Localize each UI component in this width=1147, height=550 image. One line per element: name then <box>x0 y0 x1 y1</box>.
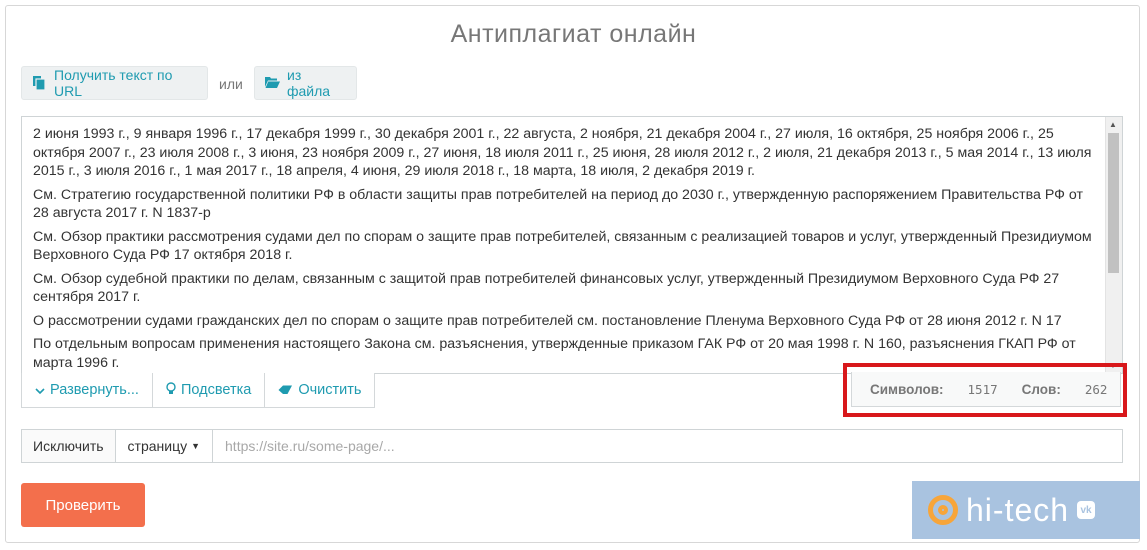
from-file-button[interactable]: из файла <box>254 66 357 100</box>
chars-label: Символов: <box>870 381 944 397</box>
chevron-down-icon <box>35 383 45 398</box>
text-paragraph: По отдельным вопросам применения настоящ… <box>33 336 1076 371</box>
text-paragraph: См. Обзор судебной практики по делам, св… <box>33 270 1060 306</box>
get-text-by-url-label: Получить текст по URL <box>54 67 173 99</box>
copy-icon <box>32 76 46 91</box>
hi-tech-watermark: hi-tech vk <box>912 481 1140 539</box>
at-sign-logo-icon <box>928 495 958 525</box>
caret-down-icon: ▼ <box>191 441 201 451</box>
or-separator: или <box>219 76 243 92</box>
clear-button[interactable]: Очистить <box>264 373 376 408</box>
words-label: Слов: <box>1021 381 1061 397</box>
expand-label: Развернуть... <box>50 382 139 398</box>
expand-button[interactable]: Развернуть... <box>21 373 153 408</box>
text-paragraph: См. Обзор практики рассмотрения судами д… <box>33 228 1092 264</box>
page-title: Антиплагиат онлайн <box>450 20 697 48</box>
clear-label: Очистить <box>298 382 362 398</box>
highlight-label: Подсветка <box>180 382 252 398</box>
text-input-area[interactable]: 2 июня 1993 г., 9 января 1996 г., 17 дек… <box>21 116 1123 374</box>
scroll-down-arrow-icon[interactable]: ▼ <box>1109 361 1117 370</box>
vk-icon: vk <box>1077 501 1096 519</box>
exclude-type-value: страницу <box>127 438 188 454</box>
text-content[interactable]: 2 июня 1993 г., 9 января 1996 г., 17 дек… <box>33 125 1097 373</box>
text-paragraph: См. Стратегию государственной политики Р… <box>33 186 1083 222</box>
exclude-type-dropdown[interactable]: страницу ▼ <box>116 430 214 462</box>
scroll-thumb[interactable] <box>1108 133 1119 273</box>
scroll-up-arrow-icon[interactable]: ▲ <box>1109 120 1117 129</box>
exclude-row: Исключить страницу ▼ <box>21 429 1123 463</box>
get-text-by-url-button[interactable]: Получить текст по URL <box>21 66 208 100</box>
text-counter: Символов: 1517 Слов: 262 <box>851 372 1121 407</box>
eraser-icon <box>278 383 293 398</box>
lightbulb-icon <box>166 381 176 399</box>
exclude-url-input[interactable] <box>213 430 1122 462</box>
text-paragraph: 2 июня 1993 г., 9 января 1996 г., 17 дек… <box>33 126 1092 179</box>
check-button[interactable]: Проверить <box>21 483 145 527</box>
text-paragraph: О рассмотрении судами гражданских дел по… <box>33 312 1062 329</box>
text-tools: Развернуть... Подсветка Очистить <box>21 373 376 408</box>
exclude-label: Исключить <box>22 430 116 462</box>
text-scrollbar[interactable]: ▲ ▼ <box>1105 117 1122 373</box>
folder-open-icon <box>265 76 280 90</box>
words-value: 262 <box>1084 381 1108 397</box>
highlight-button[interactable]: Подсветка <box>151 373 266 408</box>
chars-value: 1517 <box>967 381 998 397</box>
from-file-label: из файла <box>287 67 331 99</box>
watermark-text: hi-tech <box>966 491 1070 528</box>
